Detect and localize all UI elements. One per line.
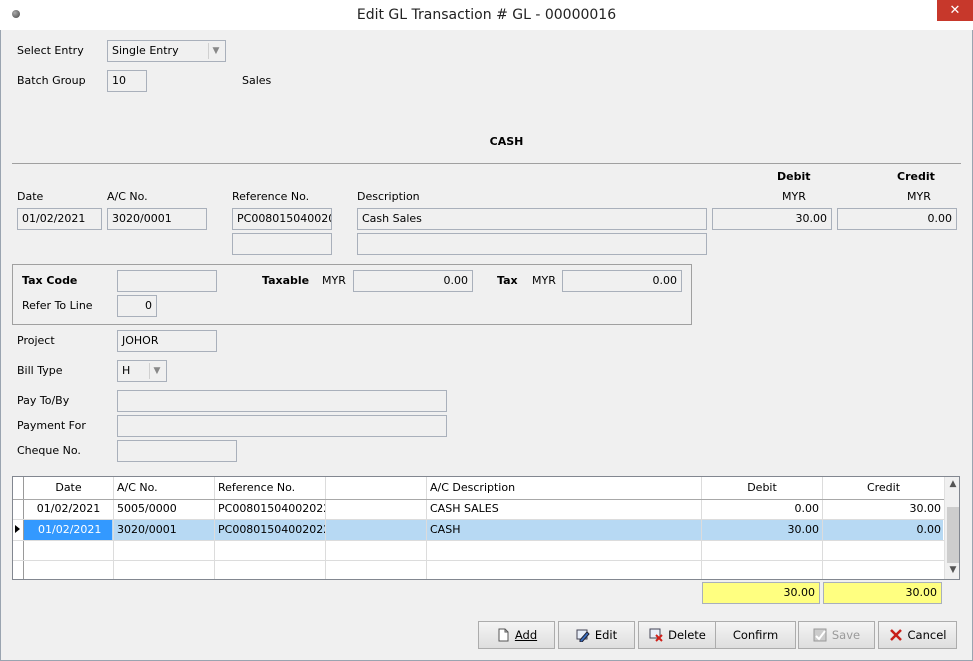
grid-header-date[interactable]: Date: [24, 478, 113, 498]
divider: [12, 163, 961, 164]
close-icon: [889, 629, 902, 641]
close-window-button[interactable]: ✕: [937, 0, 973, 21]
grid-cell-credit[interactable]: 30.00: [823, 499, 944, 519]
scrollbar-thumb[interactable]: [947, 507, 959, 563]
grid-cell-ac-description[interactable]: CASH SALES: [427, 499, 701, 519]
tax-code-input[interactable]: [117, 270, 217, 292]
add-button-label: Add: [514, 628, 538, 642]
refer-to-line-input[interactable]: 0: [117, 295, 157, 317]
tax-input[interactable]: 0.00: [562, 270, 682, 292]
description-2-input[interactable]: [357, 233, 707, 255]
bill-type-dropdown[interactable]: H ▼: [117, 360, 167, 382]
grid-header-ac-no[interactable]: A/C No.: [114, 478, 214, 498]
taxable-label: Taxable: [262, 274, 310, 287]
confirm-button-label: Confirm: [732, 628, 779, 642]
grid-cell-reference-no[interactable]: PC0080150400202210: [215, 499, 325, 519]
edit-button[interactable]: Edit: [558, 621, 635, 649]
reference-no-label: Reference No.: [232, 190, 310, 203]
edit-icon: [576, 629, 590, 642]
grid-header-debit[interactable]: Debit: [702, 478, 822, 498]
save-button-label: Save: [831, 628, 861, 642]
cheque-no-label: Cheque No.: [17, 444, 81, 457]
transaction-grid[interactable]: 01/02/2021 Date A/C No. Reference No. A/…: [12, 476, 960, 580]
grid-header-reference-no[interactable]: Reference No.: [215, 478, 325, 498]
refer-to-line-label: Refer To Line: [22, 299, 93, 312]
delete-button[interactable]: Delete: [638, 621, 717, 649]
confirm-button[interactable]: Confirm: [715, 621, 796, 649]
ac-no-input[interactable]: 3020/0001: [107, 208, 207, 230]
grid-cell-debit[interactable]: 30.00: [702, 520, 822, 540]
payment-for-label: Payment For: [17, 419, 86, 432]
window-title: Edit GL Transaction # GL - 00000016: [356, 7, 617, 23]
debit-input[interactable]: 30.00: [712, 208, 832, 230]
payment-for-input[interactable]: [117, 415, 447, 437]
debit-label: Debit: [777, 170, 811, 183]
grid-cell-ac-description[interactable]: CASH: [427, 520, 701, 540]
bill-type-label: Bill Type: [17, 364, 63, 377]
grid-header-ac-description[interactable]: A/C Description: [427, 478, 701, 498]
tax-label: Tax: [497, 274, 518, 287]
cancel-button-label: Cancel: [907, 628, 947, 642]
row-divider: [13, 560, 944, 561]
tax-code-label: Tax Code: [22, 274, 78, 287]
scroll-down-icon[interactable]: ▼: [945, 565, 959, 575]
total-credit: 30.00: [823, 582, 942, 604]
edit-button-label: Edit: [594, 628, 618, 642]
date-input[interactable]: 01/02/2021: [17, 208, 102, 230]
taxable-currency: MYR: [322, 274, 346, 287]
pay-to-by-label: Pay To/By: [17, 394, 70, 407]
credit-label: Credit: [897, 170, 935, 183]
save-button[interactable]: Save: [798, 621, 875, 649]
cancel-button[interactable]: Cancel: [878, 621, 957, 649]
selected-date-cell[interactable]: 01/02/2021: [24, 520, 112, 540]
grid-cell-ac-no[interactable]: 3020/0001: [114, 520, 214, 540]
project-input[interactable]: JOHOR: [117, 330, 217, 352]
reference-no-2-input[interactable]: [232, 233, 332, 255]
account-title: CASH: [489, 135, 524, 148]
debit-currency: MYR: [782, 190, 806, 203]
select-entry-value: Single Entry: [112, 44, 179, 57]
add-button[interactable]: Add: [478, 621, 555, 649]
taxable-input[interactable]: 0.00: [353, 270, 473, 292]
select-entry-dropdown[interactable]: Single Entry ▼: [107, 40, 226, 62]
select-entry-label: Select Entry: [17, 44, 84, 57]
new-document-icon: [498, 628, 509, 642]
batch-group-label: Batch Group: [17, 74, 86, 87]
date-label: Date: [17, 190, 44, 203]
grid-cell-debit[interactable]: 0.00: [702, 499, 822, 519]
batch-group-description: Sales: [242, 74, 272, 87]
chevron-down-icon[interactable]: ▼: [208, 43, 223, 59]
current-row-indicator-icon: [15, 525, 20, 533]
batch-group-input[interactable]: 10: [107, 70, 147, 92]
credit-input[interactable]: 0.00: [837, 208, 957, 230]
bill-type-value: H: [122, 364, 131, 377]
project-label: Project: [17, 334, 55, 347]
tax-currency: MYR: [532, 274, 556, 287]
grid-cell-ac-no[interactable]: 5005/0000: [114, 499, 214, 519]
save-disabled-icon: [813, 628, 827, 642]
delete-icon: [649, 628, 663, 642]
total-debit: 30.00: [702, 582, 820, 604]
credit-currency: MYR: [907, 190, 931, 203]
description-input[interactable]: Cash Sales: [357, 208, 707, 230]
cheque-no-input[interactable]: [117, 440, 237, 462]
description-label: Description: [357, 190, 420, 203]
grid-vertical-scrollbar[interactable]: ▲ ▼: [944, 477, 959, 579]
grid-cell-reference-no[interactable]: PC0080150400202210: [215, 520, 325, 540]
pay-to-by-input[interactable]: [117, 390, 447, 412]
grid-header-credit[interactable]: Credit: [823, 478, 944, 498]
grid-cell-date[interactable]: 01/02/2021: [24, 499, 113, 519]
chevron-down-icon[interactable]: ▼: [149, 363, 164, 379]
column-divider: [325, 477, 326, 579]
row-divider: [13, 540, 944, 541]
reference-no-input[interactable]: PC0080150400202: [232, 208, 332, 230]
grid-cell-credit[interactable]: 0.00: [823, 520, 944, 540]
ac-no-label: A/C No.: [107, 190, 148, 203]
delete-button-label: Delete: [668, 628, 706, 642]
scroll-up-icon[interactable]: ▲: [945, 479, 959, 489]
